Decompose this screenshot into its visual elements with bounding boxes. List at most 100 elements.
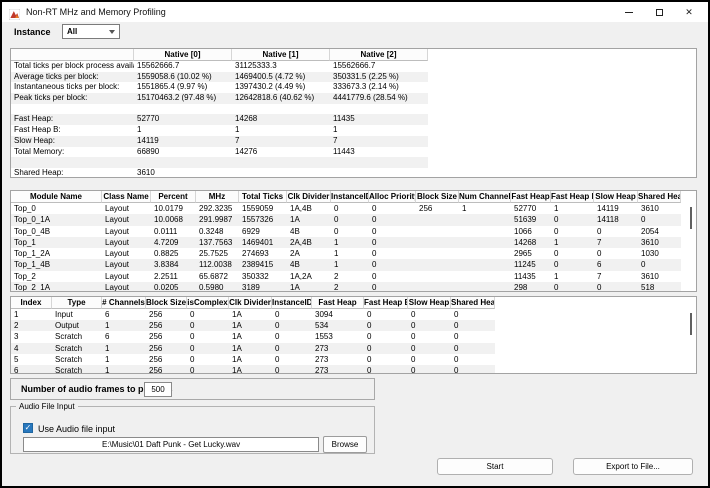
table-row[interactable]: Top_0_4BLayout0.01110.324869294B00106600… (11, 226, 681, 237)
column-header[interactable]: Index (11, 297, 52, 309)
table-row[interactable]: Total Memory:668901427611443 (11, 147, 428, 158)
table-cell: 333673.3 (2.14 %) (330, 82, 428, 93)
table-row[interactable]: Slow Heap:1411977 (11, 136, 428, 147)
table-cell: 0 (187, 365, 229, 374)
table-row[interactable]: 5Scratch125601A0273000 (11, 354, 495, 365)
column-header[interactable]: Fast Heap B (364, 297, 408, 309)
table-cell: 2 (11, 320, 52, 331)
table-cell: 0 (364, 309, 408, 320)
table-cell: 2.2511 (151, 271, 196, 282)
table-row[interactable] (11, 157, 428, 168)
table-cell: Scratch (52, 354, 102, 365)
table-cell: Layout (102, 203, 151, 214)
frames-input[interactable]: 500 (144, 382, 172, 397)
table-cell: 0 (364, 365, 408, 374)
table-cell (416, 214, 459, 225)
column-header[interactable]: Shared Heap (638, 191, 681, 203)
table-cell: 31125333.3 (232, 61, 330, 72)
table-row[interactable]: 1Input625601A03094000 (11, 309, 495, 320)
column-header[interactable]: Clk Divider (229, 297, 272, 309)
minimize-button[interactable] (614, 2, 644, 22)
table-row[interactable]: Top_1_2ALayout0.882525.75252746932A10296… (11, 248, 681, 259)
table-row[interactable]: Top_2_1ALayout0.02050.598031891A20298005… (11, 282, 681, 292)
column-header[interactable]: Num Channels (459, 191, 511, 203)
maximize-button[interactable] (644, 2, 674, 22)
table-cell (459, 282, 511, 292)
table-row[interactable]: 2Output125601A0534000 (11, 320, 495, 331)
table-row[interactable]: Top_0Layout10.0179292.323515590591A,4B00… (11, 203, 681, 214)
table-row[interactable]: Top_0_1ALayout10.0068291.998715573261A00… (11, 214, 681, 225)
column-header[interactable]: Module Name (11, 191, 102, 203)
column-header[interactable]: isComplex (187, 297, 229, 309)
column-header[interactable]: Percent (151, 191, 196, 203)
column-header[interactable]: Slow Heap (594, 191, 638, 203)
instance-dropdown[interactable]: All (62, 24, 120, 39)
browse-button[interactable]: Browse (323, 436, 367, 453)
table-cell: Top_0_4B (11, 226, 102, 237)
column-header[interactable]: Alloc Priority (369, 191, 416, 203)
column-header[interactable]: Type (52, 297, 102, 309)
table-row[interactable]: Fast Heap:527701426811435 (11, 114, 428, 125)
column-header[interactable]: Block Size (146, 297, 187, 309)
table-row[interactable] (11, 104, 428, 115)
column-header[interactable]: Native [1] (232, 49, 330, 61)
table-cell: Layout (102, 214, 151, 225)
table-row[interactable]: 3Scratch625601A01553000 (11, 331, 495, 342)
table-cell: 14276 (232, 147, 330, 158)
column-header[interactable]: MHz (196, 191, 239, 203)
table-cell: 2A,4B (287, 237, 331, 248)
column-header[interactable]: Block Size (416, 191, 459, 203)
table-cell: Top_1_4B (11, 259, 102, 270)
table-row[interactable]: 6Scratch125601A0273000 (11, 365, 495, 374)
table-row[interactable]: Top_1_4BLayout3.8384112.003823894154B101… (11, 259, 681, 270)
table-cell: 0 (369, 203, 416, 214)
column-header[interactable]: Class Name (102, 191, 151, 203)
column-header[interactable]: Native [0] (134, 49, 232, 61)
table-cell: Top_1_2A (11, 248, 102, 259)
table-cell: 0 (551, 248, 594, 259)
table-cell: 273 (312, 365, 364, 374)
column-header[interactable]: Native [2] (330, 49, 428, 61)
table-cell: 15170463.2 (97.48 %) (134, 93, 232, 104)
audio-file-input-group: Audio File Input ✓ Use Audio file input … (10, 406, 375, 454)
close-button[interactable]: ✕ (674, 2, 704, 22)
column-header[interactable]: InstanceID (272, 297, 312, 309)
table-row[interactable]: 4Scratch125601A0273000 (11, 343, 495, 354)
module-table-scrollbar[interactable] (690, 207, 692, 229)
table-cell (416, 282, 459, 292)
table-row[interactable]: Instantaneous ticks per block:1551865.4 … (11, 82, 428, 93)
column-header[interactable]: Fast Heap B (551, 191, 594, 203)
table-row[interactable]: Total ticks per block process available:… (11, 61, 428, 72)
column-header[interactable]: Slow Heap (408, 297, 451, 309)
table-row[interactable]: Average ticks per block:1559058.6 (10.02… (11, 72, 428, 83)
table-cell: 6 (594, 259, 638, 270)
table-row[interactable]: Top_2Layout2.251165.68723503321A,2A20114… (11, 271, 681, 282)
column-header[interactable]: Shared Heap (451, 297, 495, 309)
table-row[interactable]: Fast Heap B:111 (11, 125, 428, 136)
export-to-file-button[interactable]: Export to File... (573, 458, 693, 475)
column-header[interactable]: Total Ticks (239, 191, 287, 203)
table-cell: 1559059 (239, 203, 287, 214)
table-cell: 0.5980 (196, 282, 239, 292)
table-cell: 1 (331, 237, 369, 248)
table-cell: 1A (229, 343, 272, 354)
column-header[interactable]: # Channels (102, 297, 146, 309)
table-row[interactable]: Shared Heap:3610 (11, 168, 428, 178)
start-button[interactable]: Start (437, 458, 553, 475)
audio-file-path-input[interactable]: E:\Music\01 Daft Punk - Get Lucky.wav (23, 437, 319, 452)
table-cell: 0 (187, 309, 229, 320)
table-cell: 0 (364, 354, 408, 365)
table-cell (416, 226, 459, 237)
table-cell: 273 (312, 354, 364, 365)
buffer-table-scrollbar[interactable] (690, 313, 692, 335)
column-header[interactable]: InstanceID (331, 191, 369, 203)
table-cell: 6 (102, 309, 146, 320)
table-cell: 2A (287, 248, 331, 259)
use-audio-file-checkbox[interactable]: ✓ (23, 423, 33, 433)
table-row[interactable]: Peak ticks per block:15170463.2 (97.48 %… (11, 93, 428, 104)
column-header[interactable]: Fast Heap (312, 297, 364, 309)
table-row[interactable]: Top_1Layout4.7209137.756314694012A,4B101… (11, 237, 681, 248)
column-header[interactable]: Clk Divider (287, 191, 331, 203)
column-header[interactable] (11, 49, 134, 61)
column-header[interactable]: Fast Heap (511, 191, 551, 203)
